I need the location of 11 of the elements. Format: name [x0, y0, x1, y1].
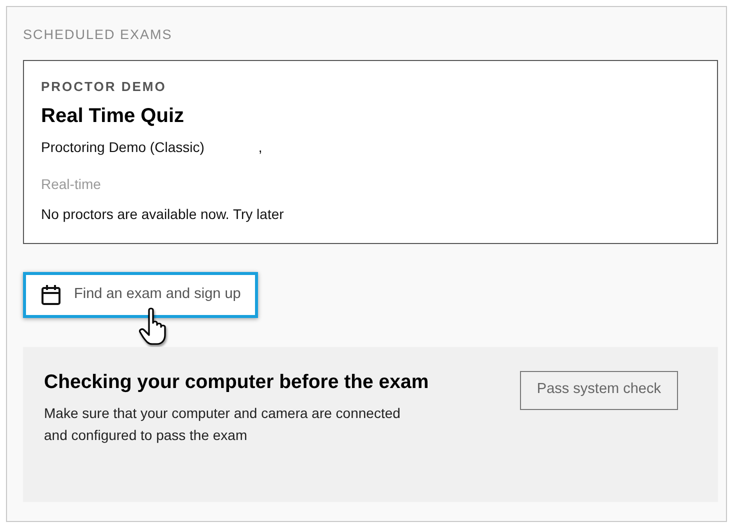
exam-mode: Real-time — [41, 174, 102, 194]
calendar-icon — [40, 284, 62, 306]
system-check-button[interactable]: Pass system check — [520, 370, 678, 410]
system-check-title: Checking your computer before the exam — [44, 370, 429, 394]
system-check-description: Make sure that your computer and camera are connected and configured to pass the exam — [44, 404, 402, 445]
exam-title: Real Time Quiz — [41, 104, 186, 129]
exam-category: PROCTOR DEMO — [41, 78, 168, 96]
course-separator: , — [258, 138, 262, 157]
section-title: SCHEDULED EXAMS — [23, 26, 174, 44]
exam-status: No proctors are available now. Try later — [41, 204, 285, 224]
course-name: Proctoring Demo (Classic) — [41, 138, 204, 157]
